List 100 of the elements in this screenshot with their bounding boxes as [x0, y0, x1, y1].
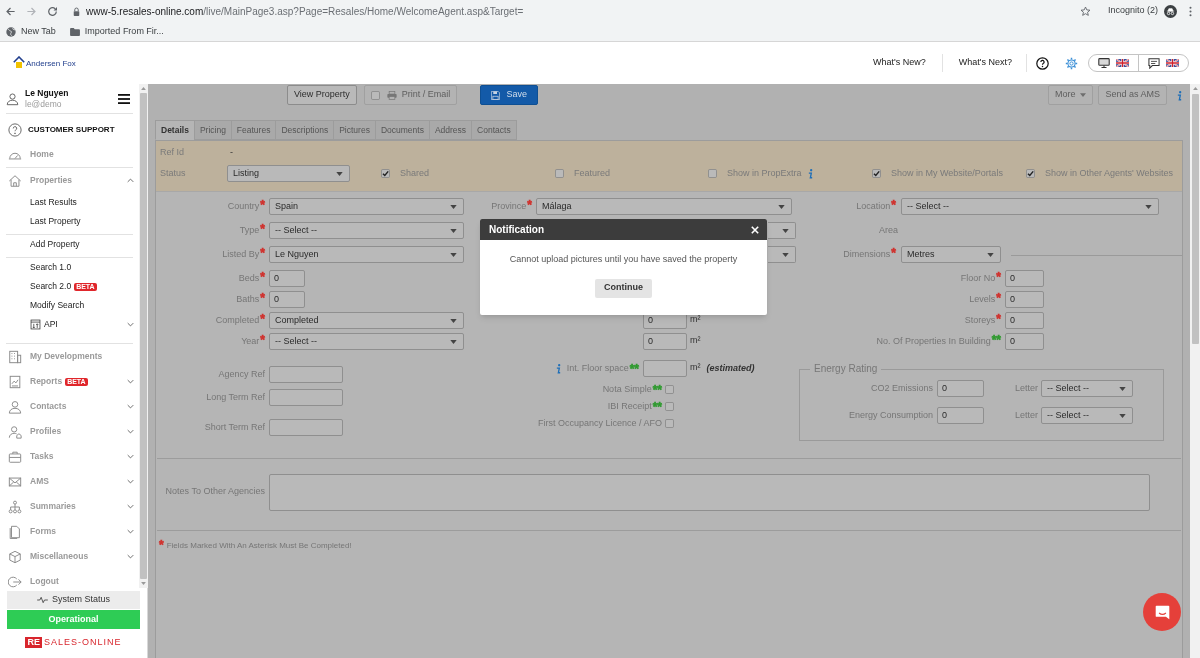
- sidebar-item[interactable]: API: [30, 317, 134, 332]
- select-field[interactable]: -- Select --: [269, 333, 464, 350]
- caret-icon: [778, 204, 785, 209]
- input-field[interactable]: [269, 419, 343, 436]
- select-field[interactable]: Málaga: [536, 198, 792, 215]
- field-label: Baths: [236, 293, 260, 306]
- more-menu-icon[interactable]: [1189, 5, 1192, 17]
- caret-icon: [450, 339, 457, 344]
- reload-icon[interactable]: [47, 5, 58, 17]
- caret-icon: [450, 228, 457, 233]
- dialog-title: Notification: [489, 223, 544, 237]
- action-button[interactable]: View Property: [287, 85, 357, 105]
- logo-text: Andersen Fox: [26, 58, 76, 68]
- checkbox[interactable]: [555, 169, 564, 178]
- field-label: Letter: [1015, 409, 1038, 422]
- panel-title: Energy Rating: [813, 363, 879, 375]
- incognito-icon[interactable]: [1164, 4, 1177, 18]
- field-label: Type: [239, 224, 260, 237]
- checkbox[interactable]: [708, 169, 717, 178]
- select-field[interactable]: Metres: [901, 246, 1001, 263]
- checkbox[interactable]: [872, 169, 881, 178]
- select-field[interactable]: [768, 246, 796, 263]
- sidebar-item[interactable]: CUSTOMER SUPPORT: [8, 121, 134, 138]
- header-link[interactable]: What's New?: [873, 56, 926, 70]
- save-button[interactable]: Save: [480, 85, 538, 105]
- caret-icon: [336, 171, 343, 176]
- folder-icon: [69, 27, 80, 36]
- sidebar-item[interactable]: Last Results: [30, 195, 134, 210]
- info-icon[interactable]: [807, 168, 813, 179]
- input-field[interactable]: 0: [1005, 270, 1044, 287]
- scroll-up-icon[interactable]: [1192, 87, 1198, 90]
- select-field[interactable]: -- Select --: [901, 198, 1159, 215]
- field-label: CO2 Emissions: [871, 382, 933, 395]
- checkbox[interactable]: [665, 419, 674, 428]
- help-icon[interactable]: [1036, 56, 1049, 70]
- field-label: Location: [856, 200, 891, 213]
- bookmark[interactable]: New Tab: [6, 24, 56, 39]
- input-field[interactable]: 0: [937, 380, 984, 397]
- input-field[interactable]: 0: [643, 333, 687, 350]
- tab[interactable]: Details: [155, 120, 195, 140]
- checkbox[interactable]: [665, 385, 674, 394]
- close-icon[interactable]: [751, 225, 759, 234]
- field-label: Status: [160, 166, 187, 180]
- scroll-down-icon[interactable]: [141, 582, 146, 585]
- header-link[interactable]: What's Next?: [958, 56, 1012, 70]
- caret-icon: [450, 318, 457, 323]
- input-field[interactable]: [643, 360, 687, 377]
- select-field[interactable]: [768, 222, 796, 239]
- notes-field[interactable]: [269, 474, 1150, 511]
- select-field[interactable]: -- Select --: [1041, 380, 1133, 397]
- field-label: Long Term Ref: [206, 391, 265, 404]
- select-field[interactable]: Spain: [269, 198, 464, 215]
- field-label: Storeys: [964, 314, 996, 327]
- input-field[interactable]: [269, 366, 343, 383]
- input-field[interactable]: 0: [1005, 312, 1044, 329]
- select-field[interactable]: Listing: [227, 165, 350, 182]
- select-field[interactable]: Le Nguyen: [269, 246, 464, 263]
- sidebar-item[interactable]: Add Property: [30, 237, 134, 252]
- select-field[interactable]: Completed: [269, 312, 464, 329]
- input-field[interactable]: 0: [269, 270, 305, 287]
- field-label: Agency Ref: [218, 368, 265, 381]
- input-field[interactable]: 0: [1005, 333, 1044, 350]
- scrollbar-thumb[interactable]: [1191, 94, 1199, 344]
- sidebar-item[interactable]: Modify Search: [30, 298, 134, 313]
- chat-bubble-icon: [1153, 603, 1171, 621]
- pulse-icon: [37, 596, 48, 604]
- lock-icon: [73, 6, 80, 16]
- house-logo-icon: [13, 55, 25, 68]
- required-marker: *: [260, 246, 265, 260]
- select-field[interactable]: -- Select --: [1041, 407, 1133, 424]
- sidebar-item[interactable]: Search 1.0: [30, 260, 134, 275]
- input-field[interactable]: 0: [937, 407, 984, 424]
- checkbox[interactable]: [1026, 169, 1035, 178]
- scrollbar-thumb[interactable]: [140, 93, 147, 579]
- sidebar-item[interactable]: Last Property: [30, 214, 134, 229]
- document-icon: [8, 524, 22, 539]
- briefcase-icon: [8, 449, 22, 464]
- checkbox-label: Featured: [574, 166, 611, 180]
- settings-icon[interactable]: [1065, 56, 1078, 70]
- house-icon: [8, 173, 22, 188]
- select-field[interactable]: -- Select --: [269, 222, 464, 239]
- forward-icon[interactable]: [26, 5, 37, 17]
- flag-icon: [1116, 59, 1129, 67]
- bookmark[interactable]: Imported From Fir...: [69, 24, 164, 39]
- continue-button[interactable]: Continue: [595, 278, 652, 298]
- checkbox[interactable]: [381, 169, 390, 178]
- field-label: Levels: [969, 293, 996, 306]
- menu-icon[interactable]: [118, 93, 130, 104]
- input-field[interactable]: 0: [269, 291, 305, 308]
- input-field[interactable]: [269, 389, 343, 406]
- input-field[interactable]: 0: [1005, 291, 1044, 308]
- checkbox[interactable]: [665, 402, 674, 411]
- address-bar[interactable]: www-5.resales-online.com/live/MainPage3.asp?Page=Resales/Home/WelcomeAgent.asp&Target=: [73, 3, 524, 19]
- caret-icon: [1119, 413, 1126, 418]
- info-icon[interactable]: [555, 363, 561, 374]
- back-icon[interactable]: [5, 5, 16, 17]
- star-icon[interactable]: [1079, 5, 1091, 17]
- info-icon[interactable]: [1177, 91, 1182, 101]
- scroll-up-icon[interactable]: [141, 87, 146, 90]
- required-marker: *: [260, 333, 265, 347]
